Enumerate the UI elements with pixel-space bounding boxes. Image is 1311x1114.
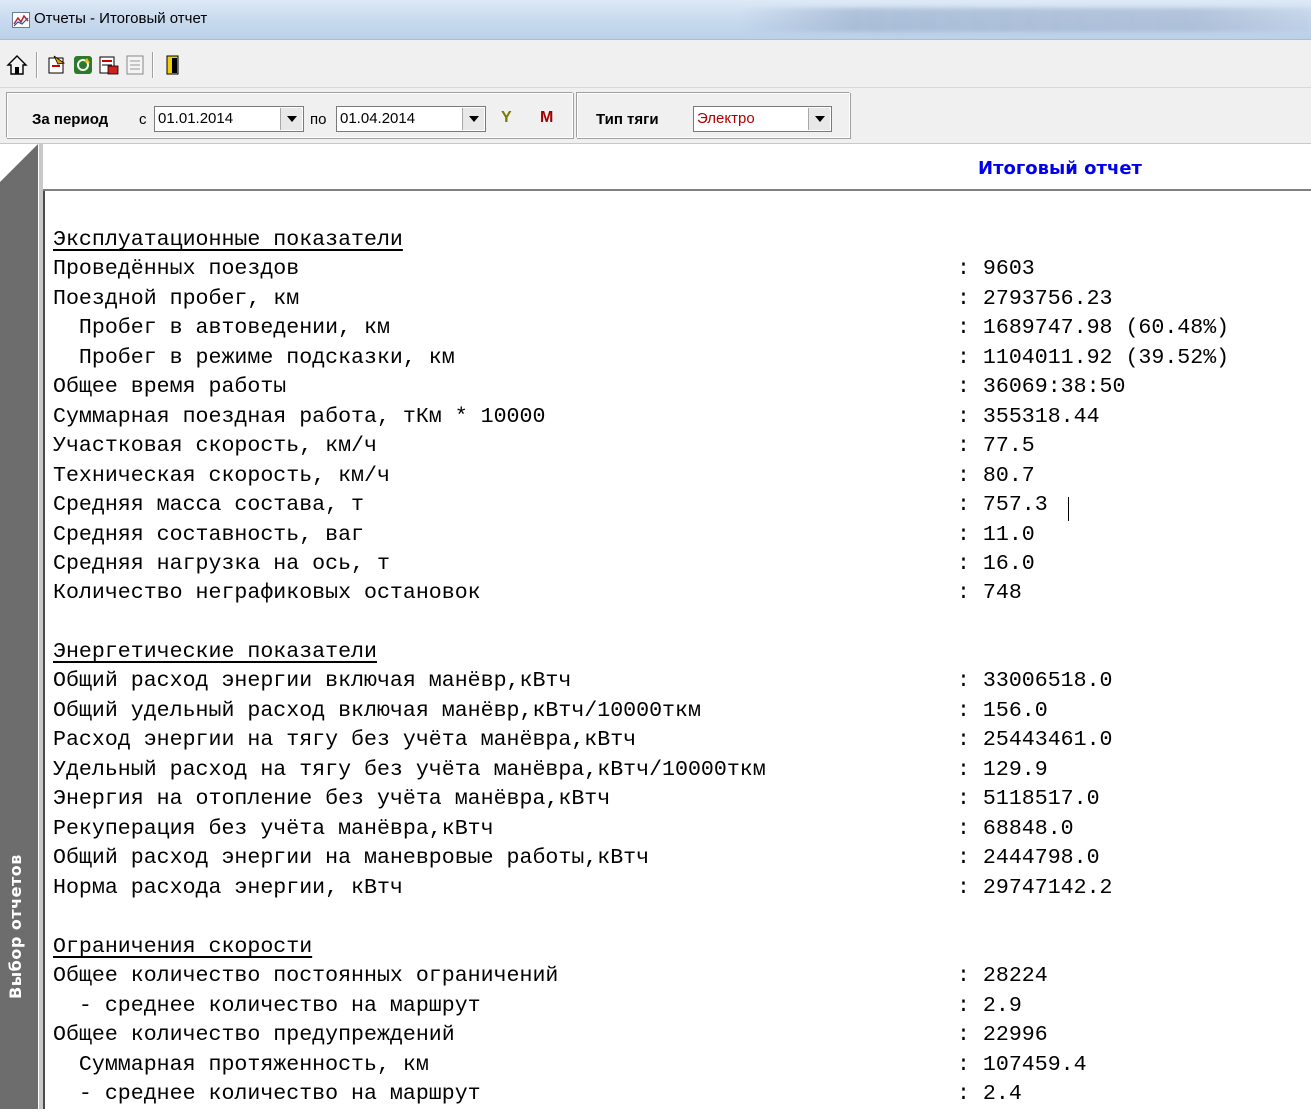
report-row-label: Количество неграфиковых остановок [53, 581, 481, 606]
report-row-value: : 36069:38:50 [957, 375, 1126, 400]
from-label: с [139, 111, 147, 128]
report-row-label: Средняя масса состава, т [53, 493, 365, 518]
traction-select[interactable]: Электро [693, 106, 832, 132]
report-row-label: Рекуперация без учёта манёвра,кВтч [53, 816, 494, 841]
section-title: Энергетические показатели [53, 640, 377, 664]
date-from-select[interactable]: 01.01.2014 [154, 106, 304, 132]
icon-toolbar [0, 40, 1311, 88]
report-row-label: Общий удельный расход включая манёвр,кВт… [53, 698, 701, 723]
report-chart-icon [12, 12, 30, 28]
to-label: по [310, 111, 327, 128]
refresh-icon[interactable] [72, 54, 94, 76]
report-row-label: - среднее количество на маршрут [53, 993, 481, 1018]
report-row-value: : 11.0 [957, 522, 1035, 547]
export-icon[interactable] [46, 54, 68, 76]
date-to-value: 01.04.2014 [340, 110, 416, 127]
report-title: Итоговый отчет [978, 158, 1142, 179]
report-row-value: : 2793756.23 [957, 286, 1113, 311]
report-row-value: : 16.0 [957, 551, 1035, 576]
report-row-value: : 2.9 [957, 993, 1022, 1018]
report-row-label: Общий расход энергии включая манёвр,кВтч [53, 669, 572, 694]
report-row-label: Расход энергии на тягу без учёта манёвра… [53, 728, 637, 753]
toolbar-separator [36, 52, 38, 78]
background-window-title [740, 8, 1311, 32]
report-row-value: : 33006518.0 [957, 669, 1113, 694]
report-row-label: Проведённых поездов [53, 257, 300, 282]
report-row-label: Общее время работы [53, 375, 287, 400]
report-row-label: Общий расход энергии на маневровые работ… [53, 846, 650, 871]
report-row-value: : 107459.4 [957, 1052, 1087, 1077]
traction-value: Электро [697, 110, 755, 127]
chevron-down-icon[interactable] [808, 108, 830, 130]
report-row-value: : 29747142.2 [957, 875, 1113, 900]
home-icon[interactable] [6, 54, 28, 76]
report-row-label: Техническая скорость, км/ч [53, 463, 390, 488]
text-cursor [1068, 497, 1069, 521]
report-row-label: - среднее количество на маршрут [53, 1082, 481, 1107]
report-header: Итоговый отчет [43, 144, 1311, 191]
report-row-value: : 77.5 [957, 434, 1035, 459]
report-row-label: Средняя составность, ваг [53, 522, 365, 547]
report-row-value: : 28224 [957, 964, 1048, 989]
report-row-label: Общее количество предупреждений [53, 1023, 455, 1048]
section-title: Ограничения скорости [53, 935, 313, 959]
date-to-select[interactable]: 01.04.2014 [336, 106, 486, 132]
print-preview-icon[interactable] [98, 54, 120, 76]
report-row-value: : 355318.44 [957, 404, 1100, 429]
report-row-value: : 757.3 [957, 493, 1048, 518]
report-row-value: : 2.4 [957, 1082, 1022, 1107]
chevron-down-icon[interactable] [462, 108, 484, 130]
chevron-down-icon[interactable] [280, 108, 302, 130]
filter-bar: За период с 01.01.2014 по 01.04.2014 Y M… [0, 88, 1311, 144]
report-row-value: : 1689747.98 (60.48%) [957, 316, 1230, 341]
page-icon[interactable] [124, 54, 146, 76]
report-row-value: : 80.7 [957, 463, 1035, 488]
report-row-label: Энергия на отопление без учёта манёвра,к… [53, 787, 611, 812]
date-from-value: 01.01.2014 [158, 110, 234, 127]
report-row-value: : 1104011.92 (39.52%) [957, 345, 1230, 370]
report-row-label: Пробег в режиме подсказки, км [53, 345, 455, 370]
report-selector-label[interactable]: Выбор отчетов [6, 854, 32, 1114]
period-group: За период с 01.01.2014 по 01.04.2014 Y M [6, 92, 573, 138]
year-button[interactable]: Y [501, 109, 512, 127]
toolbar-separator [152, 52, 154, 78]
report-row-value: : 5118517.0 [957, 787, 1100, 812]
report-row-value: : 156.0 [957, 698, 1048, 723]
traction-group: Тип тяги Электро [576, 92, 850, 138]
report-row-value: : 22996 [957, 1023, 1048, 1048]
period-label: За период [32, 111, 109, 128]
report-selector-panel[interactable]: Выбор отчетов [0, 144, 38, 1109]
section-title: Эксплуатационные показатели [53, 228, 403, 252]
report-row-label: Норма расхода энергии, кВтч [53, 875, 403, 900]
window-title: Отчеты - Итоговый отчет [34, 10, 208, 27]
report-row-label: Поездной пробег, км [53, 286, 300, 311]
report-row-label: Общее количество постоянных ограничений [53, 964, 559, 989]
report-row-value: : 748 [957, 581, 1022, 606]
title-bar: Отчеты - Итоговый отчет [0, 0, 1311, 40]
report-row-value: : 129.9 [957, 757, 1048, 782]
report-row-label: Средняя нагрузка на ось, т [53, 551, 390, 576]
panel-corner [0, 144, 38, 182]
report-row-label: Пробег в автоведении, км [53, 316, 390, 341]
report-row-label: Суммарная протяженность, км [53, 1052, 429, 1077]
report-row-value: : 25443461.0 [957, 728, 1113, 753]
report-row-label: Участковая скорость, км/ч [53, 434, 377, 459]
exit-icon[interactable] [162, 54, 184, 76]
report-row-value: : 68848.0 [957, 816, 1074, 841]
month-button[interactable]: M [540, 109, 553, 127]
traction-label: Тип тяги [596, 111, 659, 128]
report-row-value: : 2444798.0 [957, 846, 1100, 871]
report-row-label: Удельный расход на тягу без учёта манёвр… [53, 757, 766, 782]
report-row-label: Суммарная поездная работа, тКм * 10000 [53, 404, 546, 429]
report-row-value: : 9603 [957, 257, 1035, 282]
